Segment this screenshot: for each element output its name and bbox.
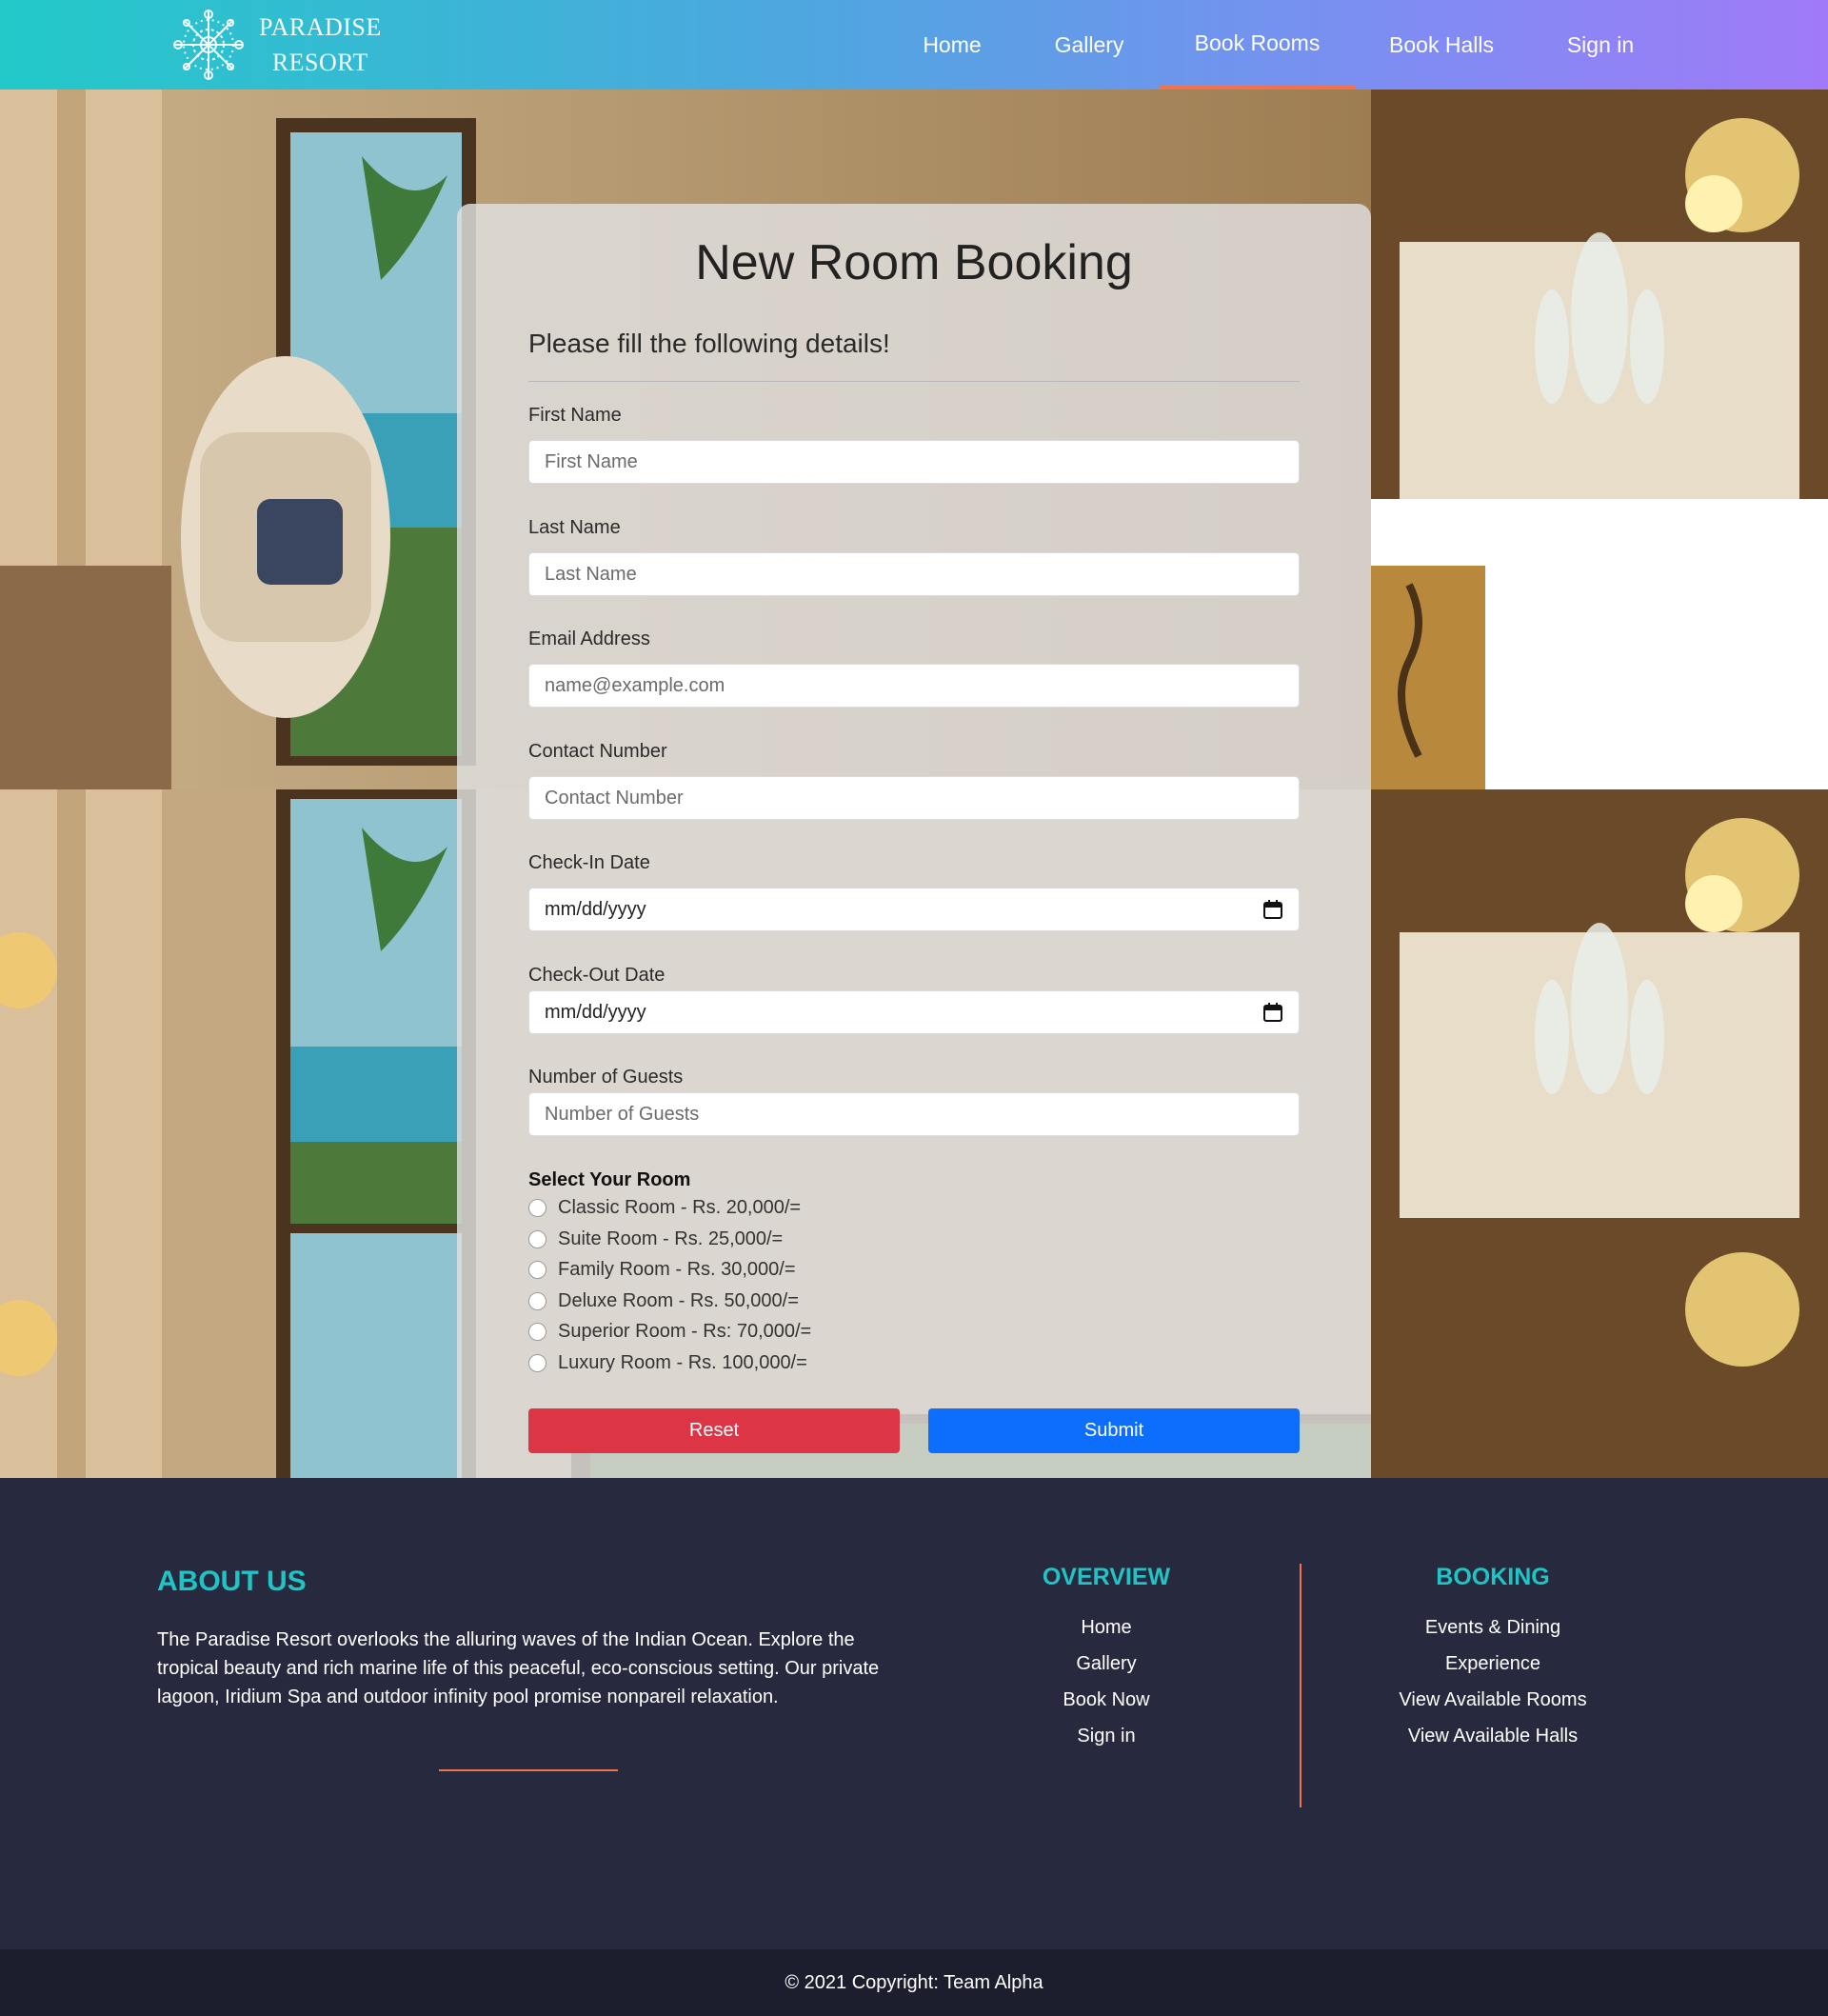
footer-link-available-rooms[interactable]: View Available Rooms	[1350, 1689, 1636, 1711]
guests-placeholder: Number of Guests	[545, 1103, 700, 1125]
room-option-family[interactable]: Family Room - Rs. 30,000/=	[528, 1257, 796, 1282]
footer-link-experience[interactable]: Experience	[1350, 1653, 1636, 1675]
radio-button[interactable]	[528, 1353, 546, 1372]
nav-item-sign-in[interactable]: Sign in	[1552, 0, 1649, 90]
footer-link-available-halls[interactable]: View Available Halls	[1350, 1726, 1636, 1747]
select-room-heading: Select Your Room	[528, 1169, 691, 1190]
room-option-label: Suite Room - Rs. 25,000/=	[558, 1228, 784, 1249]
room-option-classic[interactable]: Classic Room - Rs. 20,000/=	[528, 1195, 801, 1220]
contact-number-input[interactable]: Contact Number	[528, 776, 1300, 820]
footer-link-book-now[interactable]: Book Now	[1011, 1689, 1202, 1711]
copyright-bar: © 2021 Copyright: Team Alpha	[0, 1949, 1828, 2016]
check-in-label: Check-In Date	[528, 852, 650, 873]
room-option-label: Deluxe Room - Rs. 50,000/=	[558, 1289, 799, 1311]
radio-button[interactable]	[528, 1322, 546, 1341]
room-option-label: Family Room - Rs. 30,000/=	[558, 1258, 796, 1280]
nav-item-gallery[interactable]: Gallery	[1043, 0, 1136, 90]
reset-button[interactable]: Reset	[528, 1408, 900, 1453]
number-of-guests-input[interactable]: Number of Guests	[528, 1092, 1300, 1136]
first-name-placeholder: First Name	[545, 450, 638, 472]
footer: ABOUT US The Paradise Resort overlooks t…	[0, 1478, 1828, 1949]
contact-number-label: Contact Number	[528, 741, 667, 762]
room-booking-form: New Room Booking Please fill the followi…	[457, 204, 1371, 1478]
top-navbar: PARADISE RESORT Home Gallery Book Rooms …	[0, 0, 1828, 90]
footer-link-sign-in[interactable]: Sign in	[1011, 1726, 1202, 1747]
footer-link-home[interactable]: Home	[1011, 1617, 1202, 1639]
submit-button[interactable]: Submit	[928, 1408, 1300, 1453]
contact-number-placeholder: Contact Number	[545, 787, 684, 808]
last-name-label: Last Name	[528, 517, 621, 538]
radio-button[interactable]	[528, 1291, 546, 1310]
check-out-date-input[interactable]: mm/dd/yyyy	[528, 990, 1300, 1034]
nav-item-label: Home	[923, 31, 982, 57]
form-title: New Room Booking	[695, 235, 1133, 290]
first-name-input[interactable]: First Name	[528, 440, 1300, 484]
last-name-placeholder: Last Name	[545, 563, 637, 585]
last-name-input[interactable]: Last Name	[528, 552, 1300, 596]
email-placeholder: name@example.com	[545, 674, 725, 696]
brand[interactable]: PARADISE RESORT	[169, 6, 382, 84]
brand-line-2: RESORT	[271, 49, 368, 76]
about-us-heading: ABOUT US	[157, 1566, 307, 1597]
calendar-icon[interactable]	[1262, 1002, 1283, 1023]
footer-link-gallery[interactable]: Gallery	[1011, 1653, 1202, 1675]
check-out-label: Check-Out Date	[528, 965, 666, 986]
room-option-label: Superior Room - Rs: 70,000/=	[558, 1320, 812, 1342]
room-option-label: Luxury Room - Rs. 100,000/=	[558, 1351, 807, 1373]
check-out-placeholder: mm/dd/yyyy	[545, 1001, 646, 1023]
room-option-luxury[interactable]: Luxury Room - Rs. 100,000/=	[528, 1350, 807, 1375]
check-in-date-input[interactable]: mm/dd/yyyy	[528, 888, 1300, 931]
email-input[interactable]: name@example.com	[528, 664, 1300, 708]
resort-logo-icon	[173, 10, 244, 80]
nav-item-label: Book Rooms	[1194, 30, 1321, 55]
room-option-superior[interactable]: Superior Room - Rs: 70,000/=	[528, 1319, 811, 1344]
room-option-suite[interactable]: Suite Room - Rs. 25,000/=	[528, 1227, 783, 1251]
nav-item-label: Sign in	[1566, 31, 1635, 57]
booking-heading: BOOKING	[1436, 1564, 1550, 1590]
radio-button[interactable]	[528, 1260, 546, 1279]
about-us-text: The Paradise Resort overlooks the alluri…	[157, 1629, 880, 1707]
about-divider	[439, 1769, 618, 1771]
brand-line-1: PARADISE	[259, 13, 382, 41]
first-name-label: First Name	[528, 405, 622, 426]
guests-label: Number of Guests	[528, 1067, 684, 1088]
divider	[528, 381, 1300, 382]
nav-item-label: Gallery	[1054, 31, 1124, 57]
radio-button[interactable]	[528, 1229, 546, 1248]
footer-column-divider	[1300, 1564, 1301, 1807]
radio-button[interactable]	[528, 1198, 546, 1217]
email-label: Email Address	[528, 629, 650, 649]
hero-background: New Room Booking Please fill the followi…	[0, 90, 1828, 1478]
nav-item-book-rooms[interactable]: Book Rooms	[1160, 0, 1355, 90]
check-in-placeholder: mm/dd/yyyy	[545, 898, 646, 920]
nav-item-label: Book Halls	[1389, 31, 1494, 57]
calendar-icon[interactable]	[1262, 899, 1283, 920]
footer-link-events-dining[interactable]: Events & Dining	[1350, 1617, 1636, 1639]
nav-item-book-halls[interactable]: Book Halls	[1382, 0, 1500, 90]
room-option-label: Classic Room - Rs. 20,000/=	[558, 1196, 802, 1218]
nav-item-home[interactable]: Home	[903, 0, 1002, 90]
overview-heading: OVERVIEW	[1042, 1564, 1171, 1590]
copyright-text: © 2021 Copyright: Team Alpha	[785, 1971, 1043, 1993]
form-subtitle: Please fill the following details!	[528, 329, 890, 358]
room-option-deluxe[interactable]: Deluxe Room - Rs. 50,000/=	[528, 1288, 799, 1313]
brand-name: PARADISE RESORT	[259, 10, 382, 80]
